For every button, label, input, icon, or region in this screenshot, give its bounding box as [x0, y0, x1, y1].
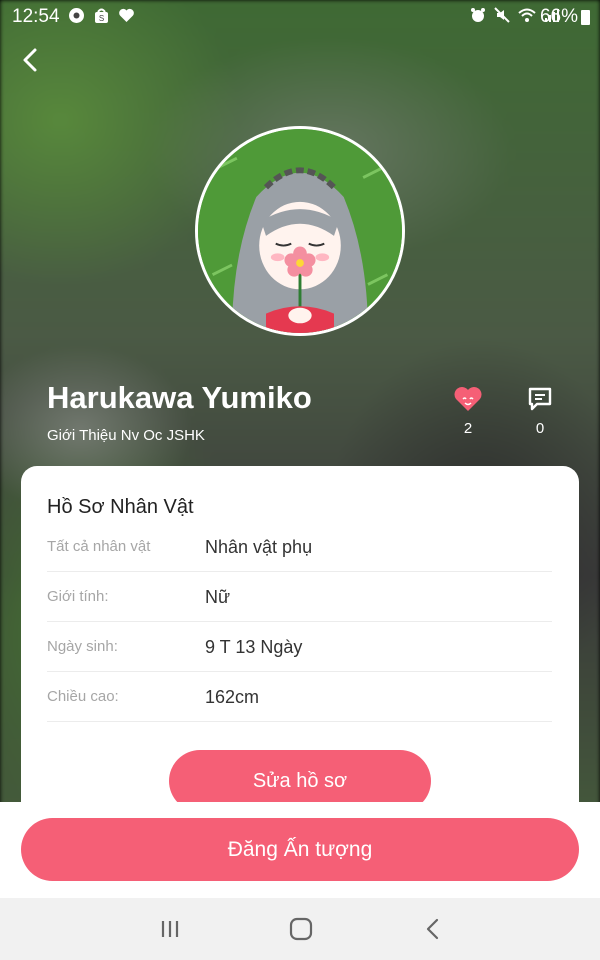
profile-rows: Tất cả nhân vật Nhân vật phụ Giới tính: …: [47, 522, 552, 722]
home-button[interactable]: [286, 915, 316, 943]
shop-icon: S: [93, 7, 110, 29]
chevron-left-icon: [23, 48, 37, 72]
heart-face-icon: [443, 384, 493, 414]
wifi-icon: [518, 7, 536, 27]
bottom-action-bar: Đăng Ấn tượng: [0, 802, 600, 898]
svg-text:S: S: [99, 14, 104, 23]
character-subtitle: Giới Thiệu Nv Oc JSHK: [47, 427, 205, 444]
status-time: 12:54: [12, 6, 60, 27]
row-label: Ngày sinh:: [47, 638, 118, 655]
comment-button[interactable]: 0: [515, 384, 565, 437]
row-label: Giới tính:: [47, 588, 109, 605]
profile-row: Chiều cao: 162cm: [47, 672, 552, 722]
post-impression-button[interactable]: Đăng Ấn tượng: [21, 818, 579, 881]
profile-row: Ngày sinh: 9 T 13 Ngày: [47, 622, 552, 672]
comment-icon: [515, 384, 565, 414]
battery-percent: 66%: [539, 6, 578, 27]
system-nav-bar: [0, 898, 600, 960]
system-back-button[interactable]: [418, 915, 448, 943]
back-button[interactable]: [16, 44, 44, 76]
recents-button[interactable]: [155, 915, 185, 943]
row-label: Chiều cao:: [47, 688, 119, 705]
battery-icon: [581, 10, 590, 25]
status-bar: 12:54 S 66%: [0, 0, 600, 34]
recents-icon: [161, 921, 179, 937]
mute-icon: [494, 7, 510, 27]
row-label: Tất cả nhân vật: [47, 538, 151, 555]
card-title: Hồ Sơ Nhân Vật: [47, 496, 194, 518]
row-value: 162cm: [205, 687, 260, 707]
profile-row: Giới tính: Nữ: [47, 572, 552, 622]
chrome-icon: [68, 7, 85, 29]
home-icon: [289, 917, 313, 941]
back-icon: [426, 918, 439, 940]
profile-row: Tất cả nhân vật Nhân vật phụ: [47, 522, 552, 572]
heart-icon: [118, 7, 135, 29]
character-name: Harukawa Yumiko: [47, 380, 312, 415]
like-count: 2: [463, 420, 473, 437]
character-avatar[interactable]: [195, 126, 405, 336]
avatar-illustration: [198, 129, 402, 333]
alarm-icon: [470, 7, 486, 27]
row-value: Nữ: [205, 587, 231, 607]
row-value: Nhân vật phụ: [205, 537, 313, 557]
like-button[interactable]: 2: [443, 384, 493, 437]
row-value: 9 T 13 Ngày: [205, 637, 303, 657]
status-left-icons: S: [68, 7, 135, 29]
comment-count: 0: [535, 420, 545, 437]
character-profile-card: Hồ Sơ Nhân Vật Tất cả nhân vật Nhân vật …: [21, 466, 579, 826]
